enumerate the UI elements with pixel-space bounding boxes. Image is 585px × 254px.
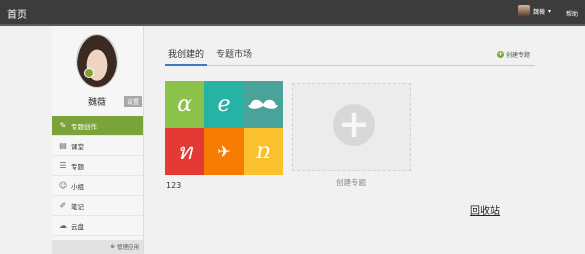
topic-tile: e [204,81,244,128]
user-avatar [517,5,530,17]
help-link[interactable]: 帮助 [566,9,578,18]
sidebar-item-group[interactable]: ☺ 小组 [52,176,143,196]
cloud-icon: ☁ [59,221,67,230]
mustache-icon [243,81,283,128]
classroom-icon: ▤ [59,141,67,150]
topic-tile: ɑ [165,81,205,128]
recycle-bin-link[interactable]: 回收站 [470,202,500,217]
tab-my-created[interactable]: 我创建的 [164,47,208,66]
sidebar-item-label: 云盘 [71,222,84,231]
sidebar-item-note[interactable]: ✐ 笔记 [52,196,143,216]
bird-icon: ✈ [204,128,244,175]
plus-icon: ⊕ [110,244,115,250]
note-icon: ✐ [59,201,67,210]
group-icon: ☺ [58,181,68,190]
sidebar-item-classroom[interactable]: ▤ 课堂 [52,136,143,156]
chevron-down-icon: ▾ [547,7,551,15]
list-icon: ☰ [59,161,67,170]
sidebar-item-label: 专题创作 [71,122,97,131]
plus-icon: + [496,50,504,58]
manage-apps-button[interactable]: ⊕ 管理应用 [52,240,143,254]
settings-button[interactable]: 设置 [124,96,143,107]
user-menu[interactable]: 魏薇 ▾ [517,5,551,17]
topic-tile: ռ [243,128,283,175]
topic-tile: ท [165,128,205,175]
sidebar-item-topic-creation[interactable]: ✎ 专题创作 [52,116,143,136]
tab-topic-market[interactable]: 专题市场 [216,47,252,60]
create-topic-card-label: 创建专题 [336,178,366,187]
sidebar-item-label: 小组 [71,182,84,191]
sidebar-item-label: 专题 [71,162,84,171]
username: 魏薇 [532,8,545,16]
sidebar-nav: ✎ 专题创作 ▤ 课堂 ☰ 专题 ☺ 小组 ✐ 笔记 ☁ 云盘 [52,116,143,236]
topic-icon: ✎ [59,121,67,130]
sidebar: 魏薇 设置 ✎ 专题创作 ▤ 课堂 ☰ 专题 ☺ 小组 ✐ 笔记 ☁ 云盘 ⊕ … [52,26,144,254]
create-topic-link[interactable]: + 创建专题 [496,50,530,59]
sidebar-item-cloud[interactable]: ☁ 云盘 [52,216,143,236]
topic-title[interactable]: 123 [166,181,181,190]
status-badge [84,68,94,78]
manage-apps-label: 管理应用 [116,245,139,251]
profile-name: 魏薇 [88,98,107,108]
topic-card[interactable]: ɑ e ท ✈ ռ [165,81,283,175]
create-topic-label: 创建专题 [505,52,530,59]
sidebar-item-topic[interactable]: ☰ 专题 [52,156,143,176]
topic-tabs: 我创建的 专题市场 + 创建专题 [164,45,535,66]
top-bar: 首页 魏薇 ▾ 帮助 [0,0,585,26]
plus-icon: + [333,104,375,146]
sidebar-item-label: 课堂 [71,142,84,151]
profile-avatar[interactable] [76,34,118,88]
create-topic-card[interactable]: + [292,83,411,171]
sidebar-item-label: 笔记 [71,202,84,211]
home-link[interactable]: 首页 [7,6,27,21]
